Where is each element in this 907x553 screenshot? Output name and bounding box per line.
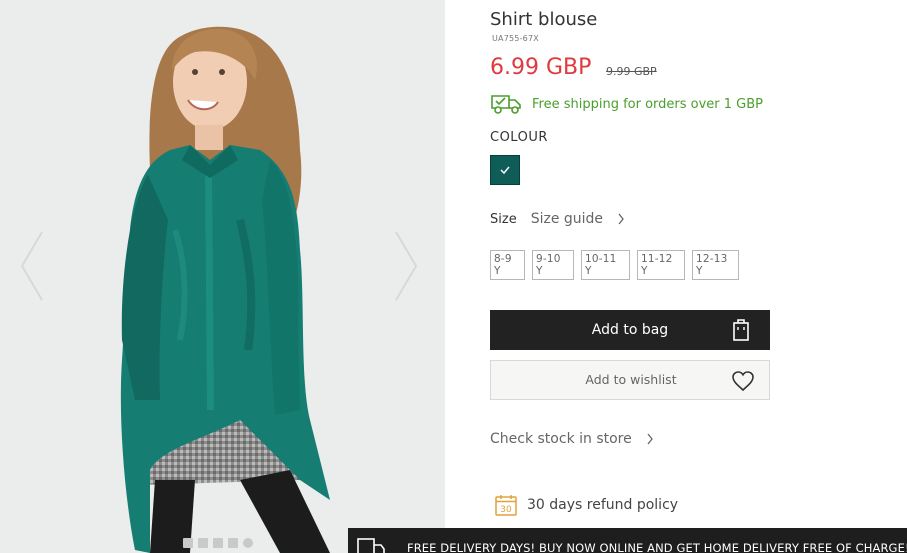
size-options: 8-9 Y 9-10 Y 10-11 Y 11-12 Y 12-13 Y	[490, 250, 739, 280]
add-to-bag-label: Add to bag	[591, 322, 669, 338]
colour-label: COLOUR	[490, 130, 548, 145]
free-shipping-text: Free shipping for orders over 1 GBP	[532, 96, 764, 112]
size-option-9-10[interactable]: 9-10 Y	[532, 250, 574, 280]
gallery-dot-1[interactable]	[183, 538, 193, 548]
product-price: 6.99 GBP	[490, 55, 592, 80]
refund-policy-text: 30 days refund policy	[527, 497, 679, 513]
size-option-10-11[interactable]: 10-11 Y	[581, 250, 630, 280]
next-image-arrow-icon[interactable]	[390, 230, 420, 302]
gallery-dot-4[interactable]	[228, 538, 238, 548]
size-row: Size Size guide	[490, 211, 625, 227]
add-to-bag-button[interactable]: Add to bag	[490, 310, 770, 350]
colour-swatch-green[interactable]	[490, 155, 520, 185]
promo-text: FREE DELIVERY DAYS! BUY NOW ONLINE AND G…	[407, 541, 907, 553]
shopping-bag-icon	[733, 319, 749, 341]
gallery-dot-5[interactable]	[243, 538, 253, 548]
size-option-12-13[interactable]: 12-13 Y	[692, 250, 739, 280]
delivery-box-icon	[357, 538, 385, 553]
product-gallery	[0, 0, 445, 553]
check-stock-label: Check stock in store	[490, 431, 632, 447]
product-photo	[0, 0, 445, 553]
size-label: Size	[490, 211, 517, 227]
heart-icon	[732, 371, 754, 392]
chevron-right-icon[interactable]	[617, 212, 625, 226]
add-to-wishlist-button[interactable]: Add to wishlist	[490, 360, 770, 400]
calendar-30-icon: 30	[495, 495, 517, 516]
product-sku: UA755-67X	[492, 34, 539, 43]
size-option-11-12[interactable]: 11-12 Y	[637, 250, 685, 280]
refund-policy-info: 30 30 days refund policy	[494, 493, 678, 517]
chevron-right-icon	[647, 433, 653, 445]
product-old-price: 9.99 GBP	[606, 65, 657, 78]
product-info: Shirt blouse UA755-67X 6.99 GBP 9.99 GBP…	[490, 0, 907, 553]
product-page: Shirt blouse UA755-67X 6.99 GBP 9.99 GBP…	[0, 0, 907, 553]
promo-banner[interactable]: FREE DELIVERY DAYS! BUY NOW ONLINE AND G…	[348, 528, 907, 553]
gallery-dot-3[interactable]	[213, 538, 223, 548]
size-guide-link[interactable]: Size guide	[531, 211, 603, 227]
calendar-number: 30	[500, 505, 512, 515]
size-option-8-9[interactable]: 8-9 Y	[490, 250, 525, 280]
gallery-dot-2[interactable]	[198, 538, 208, 548]
delivery-truck-icon	[491, 95, 521, 114]
free-shipping-info: Free shipping for orders over 1 GBP	[490, 93, 763, 115]
add-to-wishlist-label: Add to wishlist	[585, 372, 677, 387]
checkmark-icon	[500, 166, 510, 175]
product-title: Shirt blouse	[490, 9, 598, 30]
previous-image-arrow-icon[interactable]	[18, 230, 48, 302]
gallery-pagination	[183, 538, 253, 548]
check-stock-link[interactable]: Check stock in store	[490, 431, 654, 447]
